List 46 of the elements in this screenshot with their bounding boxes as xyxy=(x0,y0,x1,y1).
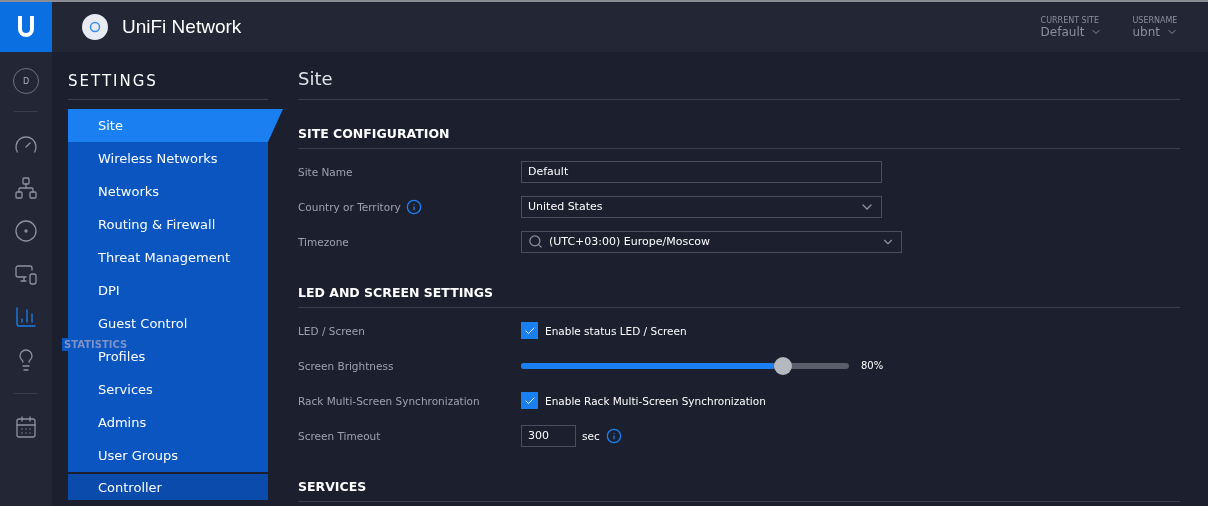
brand-disc-icon xyxy=(82,14,108,40)
section-title: SITE CONFIGURATION xyxy=(298,100,1180,149)
info-icon[interactable] xyxy=(605,427,622,444)
field-label: Site Name xyxy=(298,165,353,178)
brand-name: UniFi Network xyxy=(122,16,242,38)
checkbox[interactable] xyxy=(521,322,538,339)
info-icon[interactable] xyxy=(405,198,422,215)
page-title: Site xyxy=(298,68,1180,100)
unit-label: sec xyxy=(582,429,600,442)
field-label: Country or Territory xyxy=(298,200,401,213)
settings-menu-item[interactable]: Networks xyxy=(68,175,268,208)
settings-menu-item[interactable]: Threat Management xyxy=(68,241,268,274)
checkbox-label: Enable Rack Multi-Screen Synchronization xyxy=(545,394,766,407)
settings-menu-item[interactable]: DPI xyxy=(68,274,268,307)
slider-thumb[interactable] xyxy=(774,356,793,375)
user-dropdown[interactable]: ubnt xyxy=(1132,24,1178,39)
settings-menu-item[interactable]: User Groups xyxy=(68,439,268,472)
field-label: LED / Screen xyxy=(298,324,365,337)
logo-tile[interactable] xyxy=(0,2,52,52)
site-label: CURRENT SITE xyxy=(1040,15,1100,25)
timeout-field[interactable]: 300 xyxy=(521,424,576,447)
site-name-field[interactable]: Default xyxy=(521,160,882,183)
field-label: Timezone xyxy=(298,235,349,248)
settings-menu-item[interactable]: Site xyxy=(68,109,283,142)
slider-reading: 80% xyxy=(861,360,884,371)
site-dropdown[interactable]: Default xyxy=(1040,24,1103,39)
settings-menu-item[interactable]: Services xyxy=(68,373,268,406)
settings-menu-item[interactable]: Wireless Networks xyxy=(68,142,268,175)
settings-menu-item[interactable]: Controller xyxy=(68,474,268,500)
settings-menu-item[interactable]: Routing & Firewall xyxy=(68,208,268,241)
field-label: Screen Brightness xyxy=(298,359,394,372)
checkbox-label: Enable status LED / Screen xyxy=(545,324,687,337)
country-select[interactable]: United States xyxy=(521,195,882,218)
u-logo-icon xyxy=(15,14,37,40)
section-title: SERVICES xyxy=(298,453,1180,502)
checkbox[interactable] xyxy=(521,392,538,409)
settings-title: SETTINGS xyxy=(68,72,268,100)
timezone-select[interactable]: (UTC+03:00) Europe/Moscow xyxy=(521,230,902,253)
settings-menu-item[interactable]: Admins xyxy=(68,406,268,439)
settings-menu-item[interactable]: Guest Control xyxy=(68,307,268,340)
field-label: Rack Multi-Screen Synchronization xyxy=(298,394,480,407)
field-label: Screen Timeout xyxy=(298,429,381,442)
nav-tooltip: STATISTICS xyxy=(62,338,130,351)
username-label: USERNAME xyxy=(1132,15,1178,25)
search-icon xyxy=(528,234,543,249)
section-title: LED AND SCREEN SETTINGS xyxy=(298,259,1180,308)
